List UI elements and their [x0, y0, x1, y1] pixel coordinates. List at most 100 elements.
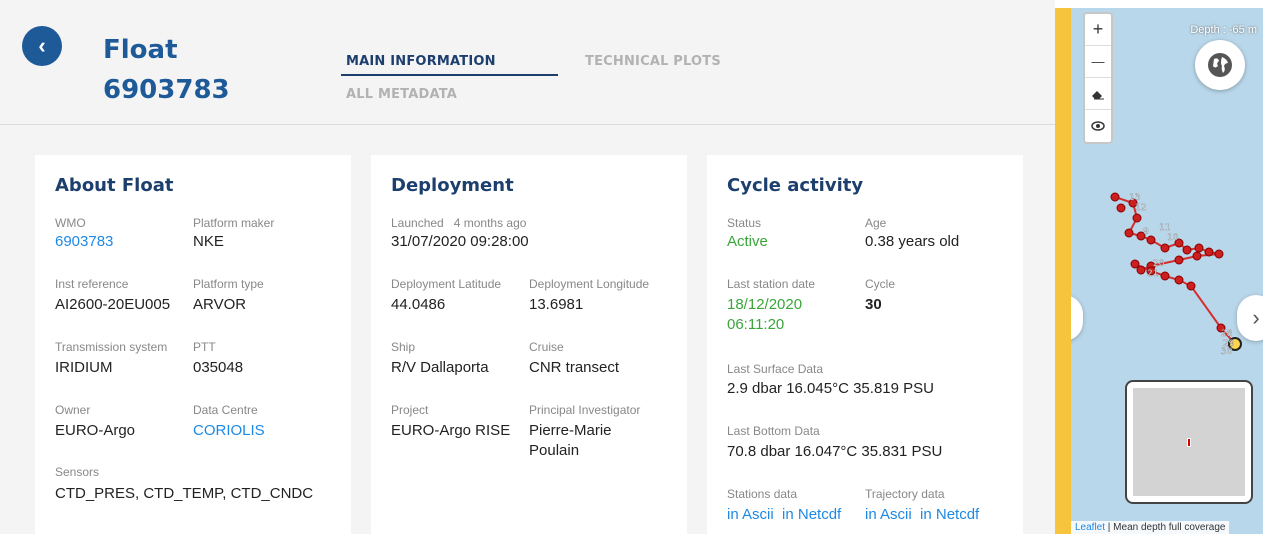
- launched-label-text: Launched: [391, 216, 444, 230]
- launched-label: Launched 4 months ago: [391, 216, 526, 230]
- card-title: Deployment: [391, 175, 514, 196]
- map-panel: 13 12 11 10 9 28 29 30 20 21 Depth : -65…: [1055, 0, 1263, 534]
- status-label: Status: [727, 216, 762, 230]
- chevron-left-icon: ‹: [38, 33, 46, 58]
- card-title: About Float: [55, 175, 174, 196]
- main-panel: ‹ Float 6903783 MAIN INFORMATION TECHNIC…: [0, 0, 1055, 534]
- cycle-labels: 13 12 11 10 9 28 29 30 20 21: [1129, 193, 1235, 357]
- data-centre-label: Data Centre: [193, 403, 258, 417]
- eye-icon: [1091, 121, 1105, 131]
- age-value: 0.38 years old: [865, 233, 960, 250]
- owner-label: Owner: [55, 403, 91, 417]
- project-value: EURO-Argo RISE: [391, 422, 511, 439]
- map-side-stripe: [1055, 8, 1071, 534]
- about-float-card: About Float WMO 6903783 Platform maker N…: [35, 155, 351, 534]
- tab-main-information[interactable]: MAIN INFORMATION: [346, 54, 496, 69]
- launched-ago: 4 months ago: [453, 216, 527, 230]
- principal-investigator-value: Pierre-Marie Poulain: [529, 421, 612, 461]
- minimap-view: [1133, 388, 1245, 496]
- float-id: 6903783: [103, 75, 230, 105]
- pi-line-1: Pierre-Marie: [529, 422, 612, 439]
- last-station-date-label: Last station date: [727, 277, 816, 291]
- deployment-latitude-label: Deployment Latitude: [391, 277, 502, 291]
- trajectory-netcdf-link[interactable]: in Netcdf: [920, 506, 979, 523]
- principal-investigator-label: Principal Investigator: [529, 403, 641, 417]
- back-button[interactable]: ‹: [22, 26, 62, 66]
- cycle-label-9: 9: [1143, 227, 1149, 237]
- last-bottom-data-label: Last Bottom Data: [727, 424, 820, 438]
- stations-ascii-link[interactable]: in Ascii: [727, 506, 774, 523]
- wmo-link[interactable]: 6903783: [55, 232, 113, 252]
- map-controls: + —: [1083, 12, 1113, 144]
- transmission-value: IRIDIUM: [55, 359, 113, 376]
- deployment-card: Deployment Launched 4 months ago 31/07/2…: [371, 155, 687, 534]
- trajectory-data-links: in Ascii in Netcdf: [865, 505, 979, 525]
- tab-technical-plots[interactable]: TECHNICAL PLOTS: [585, 54, 721, 69]
- minimap[interactable]: [1125, 380, 1253, 504]
- page-title: Float 6903783: [103, 30, 230, 110]
- sensors-value: CTD_PRES, CTD_TEMP, CTD_CNDC: [55, 485, 314, 502]
- stations-data-links: in Ascii in Netcdf: [727, 505, 841, 525]
- cycle-label-30: 30: [1221, 347, 1233, 357]
- ptt-value: 035048: [193, 359, 244, 376]
- chevron-right-icon: ›: [1252, 305, 1260, 330]
- eraser-icon: [1092, 90, 1104, 99]
- cycle-label-10: 10: [1167, 233, 1179, 243]
- trajectory-ascii-link[interactable]: in Ascii: [865, 506, 912, 523]
- last-surface-data-label: Last Surface Data: [727, 362, 824, 376]
- platform-type-label: Platform type: [193, 277, 264, 291]
- cycle-label-28: 28: [1221, 329, 1233, 339]
- cycle-label-11: 11: [1159, 223, 1170, 233]
- minus-icon: —: [1091, 54, 1105, 69]
- visibility-button[interactable]: [1085, 110, 1111, 142]
- transmission-label: Transmission system: [55, 340, 168, 354]
- last-station-date-value: 18/12/2020 06:11:20: [727, 295, 802, 335]
- ship-label: Ship: [391, 340, 416, 354]
- sensors-label: Sensors: [55, 465, 100, 479]
- card-title: Cycle activity: [727, 175, 864, 196]
- project-label: Project: [391, 403, 429, 417]
- age-label: Age: [865, 216, 887, 230]
- platform-type-value: ARVOR: [193, 296, 247, 313]
- deployment-longitude-value: 13.6981: [529, 296, 584, 313]
- cycle-value: 30: [865, 296, 882, 313]
- leaflet-link[interactable]: Leaflet: [1075, 522, 1105, 533]
- wmo-label: WMO: [55, 216, 86, 230]
- last-station-date: 18/12/2020: [727, 296, 803, 313]
- deployment-longitude-label: Deployment Longitude: [529, 277, 650, 291]
- tab-all-metadata[interactable]: ALL METADATA: [346, 87, 457, 102]
- stations-netcdf-link[interactable]: in Netcdf: [782, 506, 841, 523]
- pi-line-2: Poulain: [529, 442, 580, 459]
- map-next-button[interactable]: ›: [1237, 295, 1263, 341]
- data-centre-link[interactable]: CORIOLIS: [193, 421, 265, 441]
- zoom-out-button[interactable]: —: [1085, 46, 1111, 78]
- active-tab-indicator: [341, 74, 558, 76]
- platform-maker-label: Platform maker: [193, 216, 275, 230]
- status-value: Active: [727, 233, 768, 250]
- last-surface-data-value: 2.9 dbar 16.045°C 35.819 PSU: [727, 380, 934, 397]
- launched-date: 31/07/2020 09:28:00: [391, 233, 529, 250]
- cycle-label-13: 13: [1129, 193, 1140, 203]
- cycle-label-21: 21: [1147, 269, 1158, 279]
- owner-value: EURO-Argo: [55, 422, 136, 439]
- map-attribution: Leaflet | Mean depth full coverage: [1071, 521, 1230, 534]
- deployment-latitude-value: 44.0486: [391, 296, 446, 313]
- last-station-time: 06:11:20: [727, 316, 785, 333]
- cycle-label-12: 12: [1135, 203, 1146, 213]
- ship-value: R/V Dallaporta: [391, 359, 489, 376]
- cruise-value: CNR transect: [529, 359, 620, 376]
- cycle-activity-card: Cycle activity Status Active Age 0.38 ye…: [707, 155, 1023, 534]
- zoom-in-button[interactable]: +: [1085, 14, 1111, 46]
- eraser-button[interactable]: [1085, 78, 1111, 110]
- basemap-button[interactable]: [1195, 40, 1245, 90]
- inst-reference-value: AI2600-20EU005: [55, 296, 171, 313]
- cycle-label-20: 20: [1153, 259, 1165, 269]
- float-label: Float: [103, 35, 178, 65]
- page-header: ‹ Float 6903783 MAIN INFORMATION TECHNIC…: [0, 0, 1055, 125]
- inst-reference-label: Inst reference: [55, 277, 129, 291]
- attribution-text: | Mean depth full coverage: [1105, 522, 1226, 533]
- platform-maker-value: NKE: [193, 233, 224, 250]
- cycle-label: Cycle: [865, 277, 896, 291]
- plus-icon: +: [1092, 19, 1104, 39]
- depth-readout: Depth : -65 m: [1190, 24, 1257, 36]
